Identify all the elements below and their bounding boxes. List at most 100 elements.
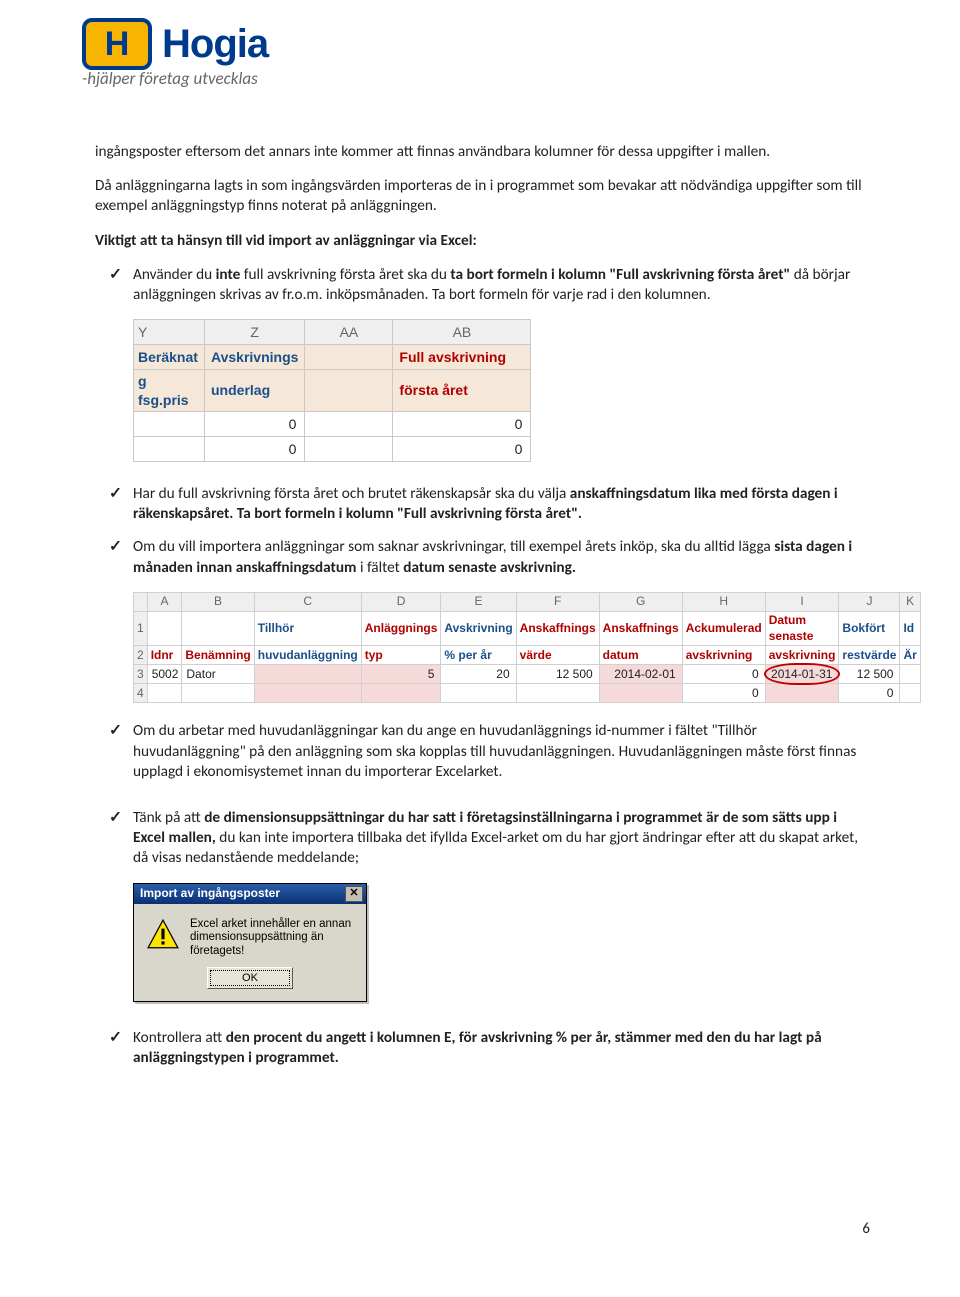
excel-snippet-avskrivning: Y Z AA AB Beräknat Avskrivnings Full avs… — [133, 319, 531, 462]
table-cell: Benämning — [182, 646, 254, 665]
table-cell — [182, 611, 254, 646]
table-cell — [900, 665, 920, 684]
table-cell: 0 — [393, 437, 531, 462]
excel-snippet-import: A B C D E F G H I J K 1 Tillhör Anläggni… — [133, 592, 921, 704]
document-body: ingångsposter eftersom det annars inte k… — [95, 142, 870, 1068]
table-cell: datum — [599, 646, 682, 665]
list-item: Om du vill importera anläggningar som sa… — [95, 537, 870, 577]
table-cell — [361, 684, 441, 703]
table-cell: typ — [361, 646, 441, 665]
col-header: H — [682, 592, 765, 611]
table-cell — [134, 437, 205, 462]
row-header: 1 — [134, 611, 148, 646]
list-item: Använder du inte full avskrivning första… — [95, 265, 870, 305]
warning-icon — [146, 918, 180, 952]
table-cell: Datum senaste — [765, 611, 839, 646]
row-header: 4 — [134, 684, 148, 703]
table-cell: Full avskrivning — [393, 345, 531, 370]
logo-tagline: -hjälper företag utvecklas — [82, 68, 268, 89]
table-cell: värde — [516, 646, 599, 665]
table-cell — [900, 684, 920, 703]
col-header: F — [516, 592, 599, 611]
table-cell: Dator — [182, 665, 254, 684]
list-item: Om du arbetar med huvudanläggningar kan … — [95, 721, 870, 782]
table-cell: huvudanläggning — [254, 646, 361, 665]
table-cell — [147, 611, 182, 646]
table-cell — [305, 412, 393, 437]
row-header: 2 — [134, 646, 148, 665]
table-cell: Bokfört — [839, 611, 900, 646]
col-header: I — [765, 592, 839, 611]
table-cell: 20 — [441, 665, 516, 684]
table-cell: Avskrivnings — [205, 345, 305, 370]
table-cell: 2014-02-01 — [599, 665, 682, 684]
row-header: 3 — [134, 665, 148, 684]
table-cell: 5 — [361, 665, 441, 684]
col-header: J — [839, 592, 900, 611]
logo-wordmark: Hogia — [162, 22, 268, 67]
table-cell — [182, 684, 254, 703]
list-item: Har du full avskrivning första året och … — [95, 484, 870, 524]
table-cell — [441, 684, 516, 703]
table-cell: 0 — [393, 412, 531, 437]
table-cell: Idnr — [147, 646, 182, 665]
table-cell — [305, 437, 393, 462]
col-header: K — [900, 592, 920, 611]
col-header: AB — [393, 320, 531, 345]
table-cell: restvärde — [839, 646, 900, 665]
logo-mark: H — [82, 18, 152, 70]
table-cell: 0 — [682, 665, 765, 684]
col-header: Z — [205, 320, 305, 345]
table-cell — [147, 684, 182, 703]
list-item: Kontrollera att den procent du angett i … — [95, 1028, 870, 1068]
table-cell: Avskrivning — [441, 611, 516, 646]
corner-cell — [134, 592, 148, 611]
col-header: A — [147, 592, 182, 611]
table-cell — [765, 684, 839, 703]
dialog-titlebar: Import av ingångsposter ✕ — [134, 884, 366, 904]
table-cell: första året — [393, 370, 531, 412]
dialog-title-text: Import av ingångsposter — [140, 886, 280, 902]
table-cell: avskrivning — [682, 646, 765, 665]
table-cell — [254, 684, 361, 703]
table-cell: g fsg.pris — [134, 370, 205, 412]
col-header: B — [182, 592, 254, 611]
table-cell — [305, 345, 393, 370]
col-header: AA — [305, 320, 393, 345]
table-cell: 0 — [205, 412, 305, 437]
table-cell: Är — [900, 646, 920, 665]
table-cell: Anskaffnings — [516, 611, 599, 646]
col-header: E — [441, 592, 516, 611]
table-cell — [254, 665, 361, 684]
dialog-message: Excel arket innehåller en annan dimensio… — [190, 918, 356, 959]
table-cell: Anskaffnings — [599, 611, 682, 646]
table-cell: Anläggnings — [361, 611, 441, 646]
list-item: Tänk på att de dimensionsuppsättningar d… — [95, 808, 870, 869]
ok-button[interactable]: OK — [207, 967, 293, 989]
table-cell: 12 500 — [516, 665, 599, 684]
table-cell: 5002 — [147, 665, 182, 684]
close-icon[interactable]: ✕ — [345, 886, 363, 902]
page-number: 6 — [862, 1220, 870, 1238]
col-header: Y — [134, 320, 205, 345]
paragraph: Då anläggningarna lagts in som ingångsvä… — [95, 176, 870, 216]
col-header: G — [599, 592, 682, 611]
table-cell: Ackumulerad — [682, 611, 765, 646]
table-cell: 12 500 — [839, 665, 900, 684]
table-cell: avskrivning — [765, 646, 839, 665]
table-cell: Tillhör — [254, 611, 361, 646]
table-cell: Beräknat — [134, 345, 205, 370]
table-cell: % per år — [441, 646, 516, 665]
table-cell: Id — [900, 611, 920, 646]
table-cell-highlighted: 2014-01-31 — [765, 665, 839, 684]
col-header: C — [254, 592, 361, 611]
table-cell — [516, 684, 599, 703]
table-cell: 0 — [839, 684, 900, 703]
paragraph: ingångsposter eftersom det annars inte k… — [95, 142, 870, 162]
warning-dialog: Import av ingångsposter ✕ Excel arket in… — [133, 883, 367, 1002]
table-cell — [134, 412, 205, 437]
table-cell: 0 — [205, 437, 305, 462]
table-cell — [599, 684, 682, 703]
paragraph: Viktigt att ta hänsyn till vid import av… — [95, 231, 870, 251]
col-header: D — [361, 592, 441, 611]
